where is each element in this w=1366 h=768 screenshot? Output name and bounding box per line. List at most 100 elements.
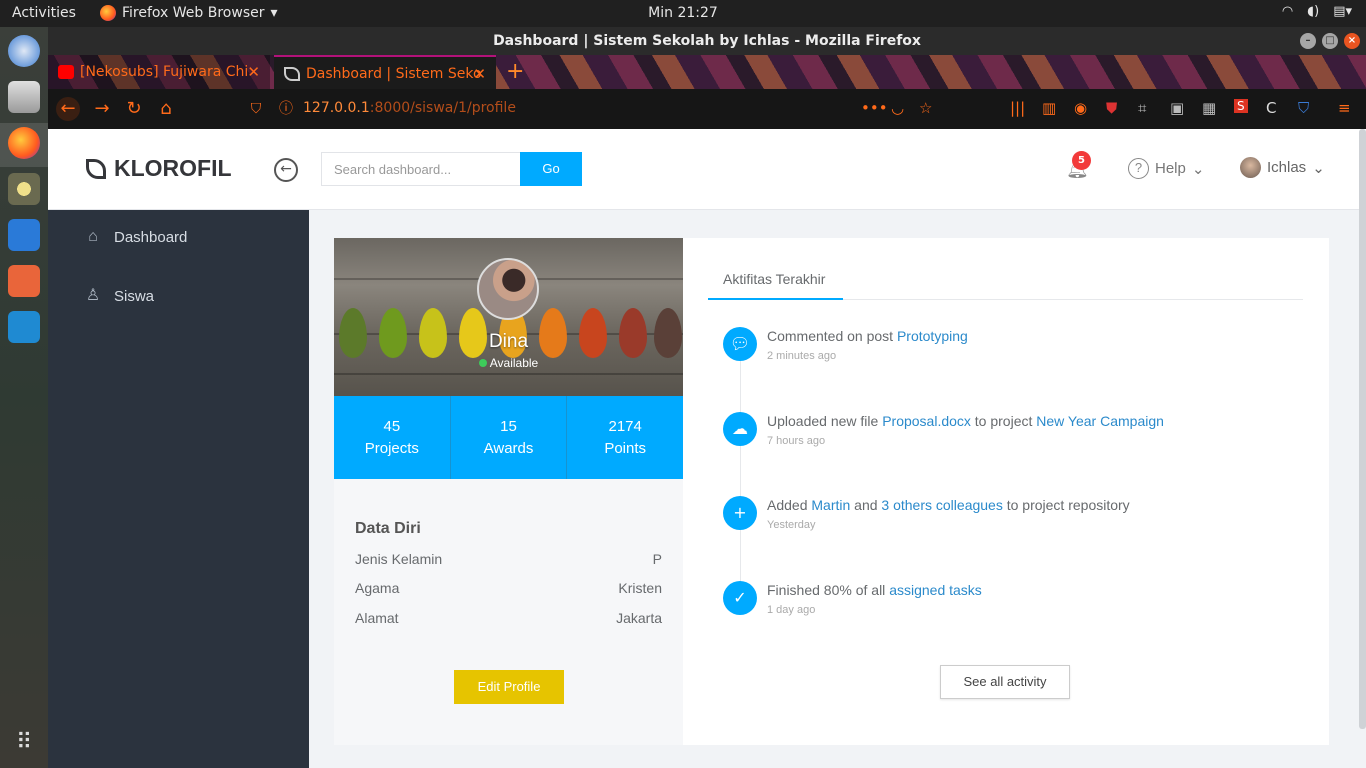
home-icon: ⌂ (88, 228, 98, 245)
info-icon[interactable]: ⓘ (274, 97, 298, 121)
activity-link[interactable]: Prototyping (897, 328, 968, 344)
url-path: :8000/siswa/1/profile (369, 100, 516, 116)
stat-projects: 45 Projects (334, 396, 451, 479)
menu-icon[interactable]: ≡ (1338, 99, 1351, 117)
app-menu[interactable]: Firefox Web Browser ▾ (100, 5, 278, 21)
url-bar[interactable]: 127.0.0.1:8000/siswa/1/profile (303, 100, 516, 116)
firefox-dock-icon[interactable] (8, 127, 40, 159)
profile-cover-image: Dina Available (334, 238, 683, 396)
activity-link[interactable]: assigned tasks (889, 582, 982, 598)
tab-dashboard[interactable]: Dashboard | Sistem Seko ✕ (274, 55, 496, 89)
activities-button[interactable]: Activities (12, 5, 76, 21)
window-title: Dashboard | Sistem Sekolah by Ichlas - M… (493, 33, 921, 49)
system-top-bar: Activities Firefox Web Browser ▾ Min 21:… (0, 0, 1366, 27)
sidebar-item-label: Siswa (114, 287, 155, 305)
clock[interactable]: Min 21:27 (648, 5, 718, 21)
bookmark-star-icon[interactable]: ☆ (919, 99, 932, 117)
leaf-favicon-icon (284, 67, 300, 81)
tab-active-indicator (708, 298, 843, 300)
activity-time: 2 minutes ago (767, 350, 837, 362)
brand-logo[interactable]: KLOROFIL (86, 155, 232, 182)
activity-link[interactable]: 3 others colleagues (881, 497, 1002, 513)
c-extension-icon[interactable]: C (1266, 99, 1276, 117)
window-title-bar: Dashboard | Sistem Sekolah by Ichlas - M… (48, 27, 1366, 55)
stat-points: 2174 Points (604, 418, 647, 457)
help-menu[interactable]: ? Help ⌄ (1128, 158, 1204, 179)
volume-icon[interactable]: ◖) (1307, 4, 1319, 19)
sidebar: ⌂ Dashboard ♙ Siswa (48, 210, 309, 768)
see-all-activity-button[interactable]: See all activity (940, 665, 1070, 699)
sidebar-toggle-button[interactable]: ← (274, 158, 298, 182)
writer-icon[interactable] (8, 219, 40, 251)
rhythmbox-icon[interactable] (8, 173, 40, 205)
app-menu-label: Firefox Web Browser (122, 5, 265, 21)
thunderbird-icon[interactable] (8, 35, 40, 67)
profile-panel: Dina Available 45 Projects 15 Awards 2174 P… (334, 238, 1329, 745)
user-icon: ♙ (85, 287, 101, 304)
wifi-icon[interactable]: ◠ (1282, 4, 1293, 19)
tab-youtube[interactable]: [Nekosubs] Fujiwara Chi ✕ (48, 55, 270, 89)
activity-link[interactable]: Proposal.docx (882, 413, 971, 429)
detail-row: Agama Kristen (355, 580, 662, 596)
close-tab-icon[interactable]: ✕ (473, 57, 486, 89)
firefox-icon (100, 5, 116, 21)
search-input[interactable]: Search dashboard... (321, 152, 520, 186)
tab-strip: [Nekosubs] Fujiwara Chi ✕ Dashboard | Si… (48, 55, 1366, 89)
ublock-icon[interactable]: ⛊ (1106, 99, 1117, 117)
profile-status: Available (334, 356, 683, 370)
profile-name: Dina (488, 331, 529, 352)
new-tab-button[interactable]: + (506, 55, 524, 89)
sidebar-item-dashboard[interactable]: ⌂ Dashboard (84, 228, 187, 246)
user-name: Ichlas (1267, 159, 1307, 176)
activity-link[interactable]: New Year Campaign (1036, 413, 1164, 429)
avatar (1240, 157, 1261, 178)
sidebar-toggle-icon[interactable]: ▥ (1042, 99, 1056, 117)
edit-profile-button[interactable]: Edit Profile (454, 670, 564, 704)
back-button[interactable]: ← (56, 97, 80, 121)
brand-name: KLOROFIL (114, 155, 232, 181)
profile-stats: 45 Projects 15 Awards 2174 Points (334, 396, 683, 479)
detail-row: Jenis Kelamin P (355, 551, 662, 567)
crop-icon[interactable]: ⌗ (1138, 99, 1146, 117)
activity-link[interactable]: Martin (811, 497, 850, 513)
screenshot-icon[interactable]: ▣ (1170, 99, 1184, 117)
plus-icon: + (723, 496, 757, 530)
check-icon: ✓ (723, 581, 757, 615)
maximize-button[interactable]: □ (1322, 33, 1338, 49)
tab-aktifitas[interactable]: Aktifitas Terakhir (723, 271, 825, 287)
vscode-icon[interactable] (8, 311, 40, 343)
section-title: Data Diri (355, 520, 421, 537)
search-go-button[interactable]: Go (520, 152, 582, 186)
sidebar-item-siswa[interactable]: ♙ Siswa (84, 287, 154, 305)
library-icon[interactable]: ||| (1010, 99, 1025, 117)
minimize-button[interactable]: – (1300, 33, 1316, 49)
chevron-down-icon: ⌄ (1191, 160, 1205, 178)
navigation-toolbar: ← → ↻ ⌂ ⛉ ⓘ 127.0.0.1:8000/siswa/1/profi… (48, 89, 1366, 129)
software-center-icon[interactable] (8, 265, 40, 297)
page-scrollbar[interactable] (1359, 129, 1366, 729)
activity-time: 7 hours ago (767, 435, 826, 447)
activity-time: Yesterday (767, 519, 816, 531)
reload-button[interactable]: ↻ (122, 97, 146, 121)
file-manager-icon[interactable] (8, 81, 40, 113)
close-window-button[interactable]: × (1344, 33, 1360, 49)
extension-icon[interactable]: ▦ (1202, 99, 1216, 117)
shield-icon[interactable]: ⛉ (244, 97, 268, 121)
close-tab-icon[interactable]: ✕ (247, 55, 260, 89)
clipboard-icon[interactable]: ▤▾ (1333, 4, 1352, 19)
help-icon: ? (1128, 158, 1149, 179)
home-button[interactable]: ⌂ (154, 97, 178, 121)
stat-awards: 15 Awards (451, 396, 568, 479)
profile-card: Dina Available 45 Projects 15 Awards 2174 P… (334, 238, 683, 745)
pocket-icon[interactable]: ◡ (891, 99, 904, 117)
user-menu[interactable]: Ichlas ⌄ (1240, 157, 1325, 178)
page-actions-icon[interactable]: ••• (861, 99, 888, 117)
forward-button[interactable]: → (90, 97, 114, 121)
account-icon[interactable]: ◉ (1074, 99, 1087, 117)
s-extension-icon[interactable]: S (1234, 99, 1248, 113)
bitwarden-icon[interactable]: ⛉ (1298, 99, 1309, 117)
youtube-icon (58, 65, 74, 79)
cloud-upload-icon: ☁ (723, 412, 757, 446)
app-grid-icon[interactable]: ⠿ (8, 727, 40, 759)
url-host: 127.0.0.1 (303, 100, 370, 116)
